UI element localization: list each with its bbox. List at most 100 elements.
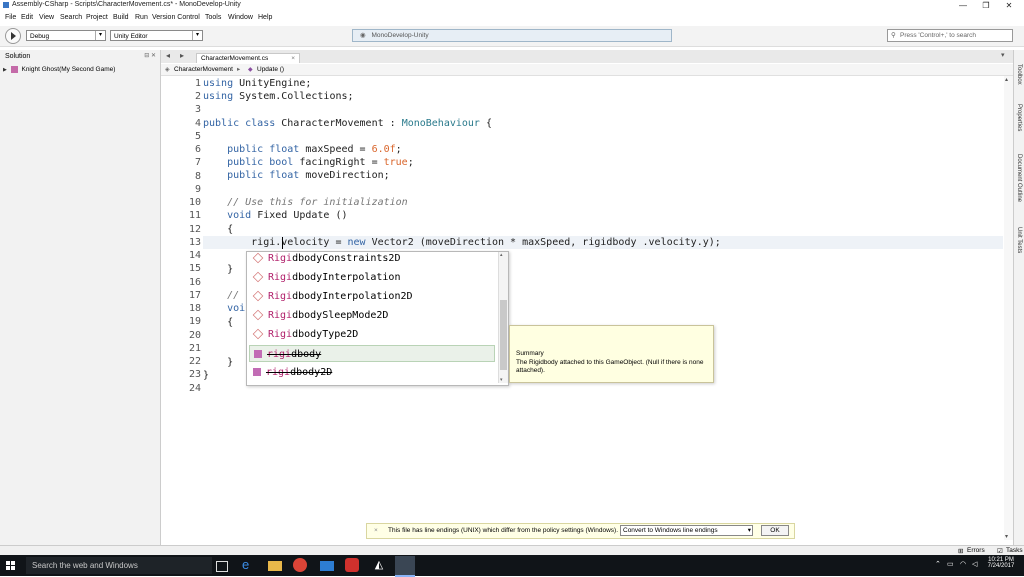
menu-file[interactable]: File [5,14,16,21]
tab-charactermovement[interactable]: CharacterMovement.cs × [196,53,300,63]
code-line[interactable]: { [203,317,233,328]
nav-back-icon[interactable]: ◂ [166,51,170,60]
line-number: 9 [194,184,201,195]
completion-item[interactable]: RigidbodyType2D [249,326,495,343]
completion-scrollbar[interactable]: ▴ ▾ [498,252,508,383]
editor-scrollbar[interactable]: ▴ ▾ [1004,76,1013,540]
windows-taskbar: Search the web and Windows e ◭ ⌃ ▭ ◠ ◁ 1… [0,555,1024,577]
code-line[interactable]: } [203,370,209,381]
completion-item[interactable]: rigidbody2D [249,364,495,381]
code-token: moveDirection; [299,170,390,181]
infobar-close-icon[interactable]: × [374,524,378,538]
code-line[interactable]: { [203,224,233,235]
target-select[interactable]: Unity Editor ▾ [110,30,203,41]
menu-view[interactable]: View [39,14,54,21]
completion-match: Rigi [268,329,293,340]
tab-label: CharacterMovement.cs [201,55,269,62]
code-line[interactable]: using UnityEngine; [203,78,311,89]
breadcrumb-class[interactable]: CharacterMovement [174,66,233,73]
tooltip-title: Summary [516,350,544,357]
wifi-icon[interactable]: ◠ [960,560,966,568]
code-line[interactable]: public float moveDirection; [203,170,390,181]
file-explorer-icon[interactable] [268,561,282,571]
scroll-down-icon[interactable]: ▾ [500,377,503,383]
mail-icon[interactable] [320,561,334,571]
close-button[interactable]: ✕ [998,0,1020,11]
menu-help[interactable]: Help [258,14,272,21]
solution-item[interactable]: ▶ Knight Ghost(My Second Game) [3,66,115,73]
completion-item[interactable]: RigidbodyInterpolation2D [249,288,495,305]
info-icon: ◉ [360,32,366,39]
scroll-up-icon[interactable]: ▴ [1005,76,1008,83]
code-line[interactable]: public bool facingRight = true; [203,157,414,168]
clock[interactable]: 10:21 PM 7/24/2017 [984,557,1018,569]
tab-close-icon[interactable]: × [291,54,295,64]
menu-tools[interactable]: Tools [205,14,221,21]
completion-item[interactable]: RigidbodySleepMode2D [249,307,495,324]
line-endings-infobar: × This file has line endings (UNIX) whic… [366,523,795,539]
volume-icon[interactable]: ◁ [972,560,977,568]
menu-version-control[interactable]: Version Control [152,14,200,21]
task-view-icon[interactable] [216,561,228,572]
menu-window[interactable]: Window [228,14,253,21]
code-comment[interactable]: // Use this for initialization [203,197,408,208]
menu-edit[interactable]: Edit [21,14,33,21]
tabs-dropdown-icon[interactable]: ▾ [1001,51,1005,59]
scroll-up-icon[interactable]: ▴ [500,252,503,258]
run-button[interactable] [5,28,21,44]
line-number: 22 [188,356,201,367]
scrollbar-thumb[interactable] [500,300,507,370]
code-line[interactable]: } [203,264,233,275]
network-icon[interactable]: ▭ [947,560,954,568]
tab-unit-tests[interactable]: Unit Tests [1016,227,1022,253]
line-number-gutter: 1 2 3 4 5 6 7 8 9 10 11 12 13 14 15 16 1… [161,76,201,540]
search-input[interactable]: ⚲ Press 'Control+,' to search [887,29,1013,42]
taskbar-search[interactable]: Search the web and Windows [26,557,212,574]
tab-properties[interactable]: Properties [1016,104,1022,131]
search-icon: ⚲ [891,32,896,39]
code-completion-list[interactable]: RigidbodyConstraints2D RigidbodyInterpol… [246,251,509,386]
solution-pane-buttons[interactable]: ⊟ ✕ [144,52,156,59]
menu-run[interactable]: Run [135,14,148,21]
solution-pane: Solution ⊟ ✕ ▶ Knight Ghost(My Second Ga… [0,50,161,545]
errors-button[interactable]: Errors [967,547,985,554]
tab-document-outline[interactable]: Document Outline [1016,154,1022,202]
expand-arrow-icon[interactable]: ▶ [3,67,7,73]
chrome-icon[interactable] [293,558,307,572]
code-line[interactable]: } [203,357,233,368]
windows-start-icon[interactable] [6,561,15,570]
nav-forward-icon[interactable]: ▸ [180,51,184,60]
code-token: Vector2 (moveDirection * maxSpeed, rigid… [365,237,721,248]
code-line[interactable]: using System.Collections; [203,91,354,102]
line-number: 20 [188,330,201,341]
tab-toolbox[interactable]: Toolbox [1016,64,1022,85]
menu-search[interactable]: Search [60,14,82,21]
line-endings-select[interactable]: Convert to Windows line endings ▾ [620,525,753,536]
completion-item-selected[interactable]: rigidbody [249,345,495,362]
code-line[interactable]: void Fixed Update () [203,210,347,221]
restore-button[interactable]: ❐ [975,0,997,11]
configuration-select[interactable]: Debug ▾ [26,30,106,41]
edge-icon[interactable]: e [242,558,256,572]
monodevelop-taskbar-item[interactable] [395,556,415,577]
search-placeholder: Press 'Control+,' to search [900,32,977,39]
tray-chevron-icon[interactable]: ⌃ [935,560,941,568]
tasks-button[interactable]: Tasks [1006,547,1023,554]
completion-item[interactable]: RigidbodyInterpolation [249,269,495,286]
menu-project[interactable]: Project [86,14,108,21]
completion-item[interactable]: RigidbodyConstraints2D [249,250,495,267]
code-token: System.Collections; [233,91,354,102]
breadcrumb-method[interactable]: Update () [257,66,284,73]
completion-rest: dbodySleepMode2D [292,310,389,321]
code-line[interactable]: voi [203,303,245,314]
code-comment[interactable]: // [203,290,239,301]
unity-icon[interactable]: ◭ [372,558,386,572]
ok-button[interactable]: OK [761,525,789,536]
minimize-button[interactable]: — [952,0,974,11]
code-line-current[interactable]: rigi.velocity = new Vector2 (moveDirecti… [203,237,721,248]
code-line[interactable]: public float maxSpeed = 6.0f; [203,144,402,155]
code-line[interactable]: public class CharacterMovement : MonoBeh… [203,118,492,129]
app-icon[interactable] [345,558,359,572]
menu-build[interactable]: Build [113,14,129,21]
scroll-down-icon[interactable]: ▾ [1005,533,1008,540]
